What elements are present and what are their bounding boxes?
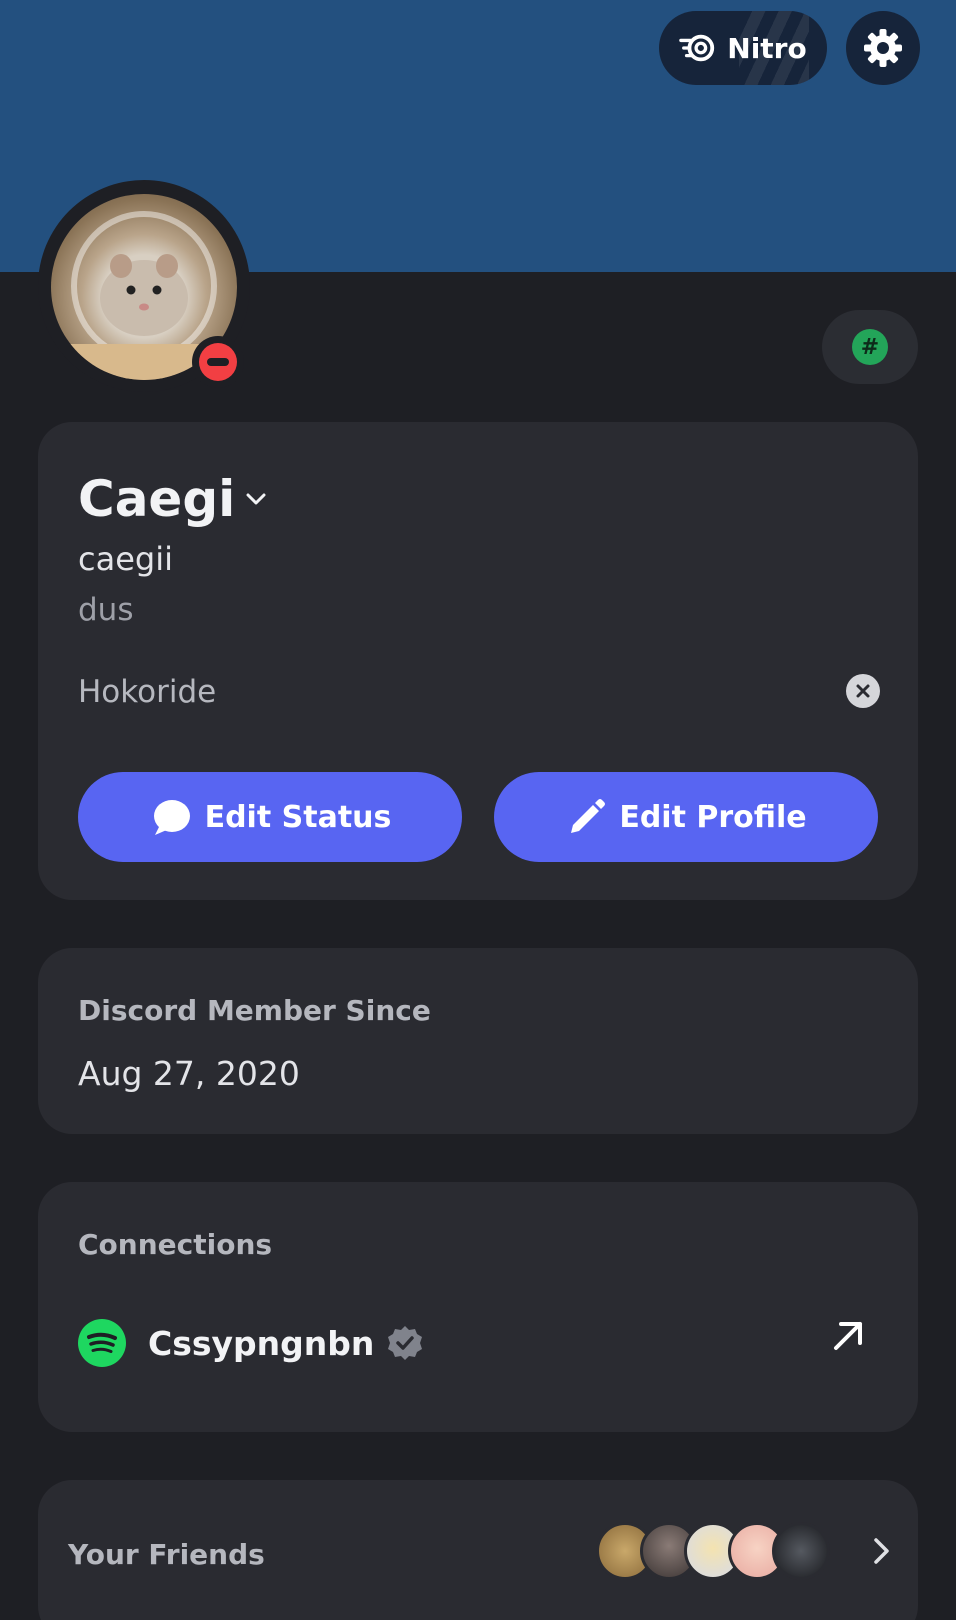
chevron-down-icon xyxy=(246,493,266,505)
connection-item[interactable]: Cssypngnbn xyxy=(78,1316,878,1370)
friend-avatar xyxy=(772,1522,830,1580)
chevron-right-icon xyxy=(874,1538,889,1564)
connection-name: Cssypngnbn xyxy=(148,1323,375,1363)
nitro-label: Nitro xyxy=(727,31,807,65)
connections-title: Connections xyxy=(78,1228,273,1261)
profile-card: Caegi caegii dus Hokoride Edit Status Ed… xyxy=(38,422,918,900)
pencil-icon xyxy=(571,799,606,833)
display-name: Caegi xyxy=(78,470,236,528)
pronouns: dus xyxy=(78,592,134,628)
settings-button[interactable] xyxy=(846,11,920,85)
dnd-status-bar xyxy=(207,358,229,366)
member-since-title: Discord Member Since xyxy=(78,994,431,1027)
spotify-waves xyxy=(87,1332,117,1353)
gear-icon xyxy=(864,29,902,67)
friends-avatar-stack xyxy=(596,1522,836,1580)
spotify-icon xyxy=(78,1319,126,1367)
friends-title: Your Friends xyxy=(68,1538,265,1571)
nitro-button[interactable]: Nitro xyxy=(659,11,827,85)
external-link-icon[interactable] xyxy=(828,1316,868,1356)
hashtag-icon: # xyxy=(852,329,888,365)
close-icon xyxy=(856,684,870,698)
nitro-icon xyxy=(679,34,715,62)
member-since-date: Aug 27, 2020 xyxy=(78,1054,300,1093)
username: caegii xyxy=(78,540,173,578)
custom-status-text: Hokoride xyxy=(78,674,217,710)
edit-profile-button[interactable]: Edit Profile xyxy=(494,772,878,862)
speech-bubble-icon xyxy=(153,800,190,835)
dnd-status-circle xyxy=(199,343,237,381)
display-name-row[interactable]: Caegi xyxy=(78,470,269,528)
member-since-card: Discord Member Since Aug 27, 2020 xyxy=(38,948,918,1134)
edit-status-label: Edit Status xyxy=(204,799,392,835)
dnd-status-indicator xyxy=(192,336,244,388)
edit-status-button[interactable]: Edit Status xyxy=(78,772,462,862)
connections-card: Connections Cssypngnbn xyxy=(38,1182,918,1432)
server-tag-button[interactable]: # xyxy=(822,310,918,384)
edit-profile-label: Edit Profile xyxy=(619,799,807,835)
verified-badge-icon xyxy=(388,1326,423,1360)
friends-card[interactable]: Your Friends xyxy=(38,1480,918,1620)
clear-status-button[interactable] xyxy=(846,674,880,708)
